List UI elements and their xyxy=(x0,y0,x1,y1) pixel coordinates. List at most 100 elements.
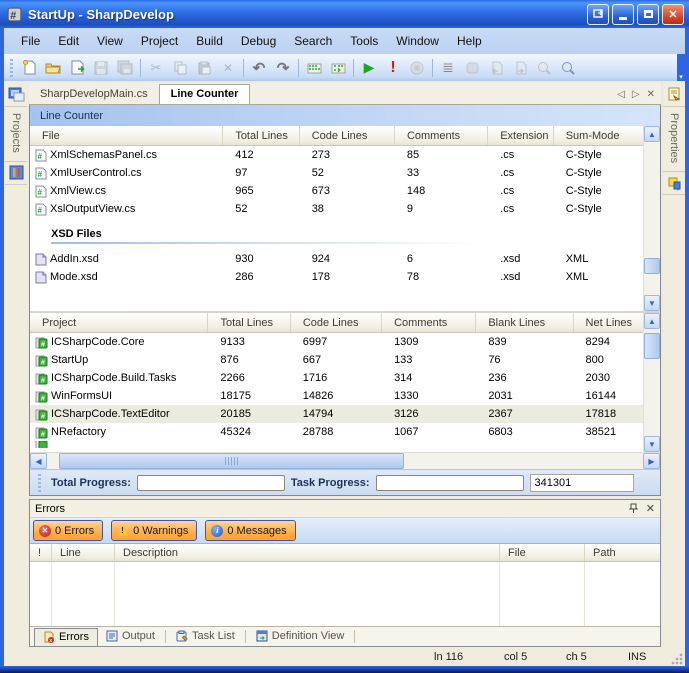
scroll-tabs-left-icon[interactable] xyxy=(617,89,625,100)
sidebar-item-tools[interactable] xyxy=(5,161,27,185)
tab-line-counter[interactable]: Line Counter xyxy=(159,84,251,104)
table-row[interactable]: #XmlSchemasPanel.cs 412 273 85 .cs C-Sty… xyxy=(30,146,643,164)
minimize-button[interactable] xyxy=(612,4,634,25)
save-all-icon[interactable] xyxy=(113,57,137,79)
bookmark-list-icon[interactable] xyxy=(436,57,460,79)
pin-icon[interactable] xyxy=(629,503,638,514)
col-total-lines[interactable]: Total Lines xyxy=(223,126,299,145)
menu-file[interactable]: File xyxy=(12,31,49,51)
pane-tab-definition-view[interactable]: Definition View xyxy=(248,628,353,645)
projects-table-scrollbar[interactable] xyxy=(643,313,660,452)
col-severity[interactable]: ! xyxy=(30,544,52,561)
new-from-template-icon[interactable] xyxy=(65,57,89,79)
stop-icon[interactable] xyxy=(405,57,429,79)
maximize-button[interactable] xyxy=(637,4,659,25)
col-sum-mode[interactable]: Sum-Mode xyxy=(554,126,643,145)
menu-tools[interactable]: Tools xyxy=(341,31,387,51)
table-row[interactable]: #WinFormsUI 18175 14826 1330 2031 16144 xyxy=(30,387,643,405)
col-line[interactable]: Line xyxy=(52,544,115,561)
table-row[interactable]: #NRefactory 45324 28788 1067 6803 38521 xyxy=(30,423,643,441)
horizontal-scrollbar[interactable] xyxy=(30,452,660,469)
col-code-lines[interactable]: Code Lines xyxy=(300,126,395,145)
files-table-scrollbar[interactable] xyxy=(643,126,660,311)
col-extension[interactable]: Extension xyxy=(488,126,554,145)
errors-filter-button[interactable]: 0 Errors xyxy=(33,520,103,541)
menu-view[interactable]: View xyxy=(88,31,132,51)
search-icon[interactable] xyxy=(556,57,580,79)
table-row[interactable]: AddIn.xsd 930 924 6 .xsd XML xyxy=(30,250,643,268)
scroll-left-icon[interactable] xyxy=(30,453,47,469)
table-row[interactable]: #StartUp 876 667 133 76 800 xyxy=(30,351,643,369)
col-comments[interactable]: Comments xyxy=(395,126,488,145)
toggle-bookmark-icon[interactable] xyxy=(460,57,484,79)
close-document-icon[interactable] xyxy=(647,89,655,100)
pane-tab-task-list[interactable]: Task List xyxy=(168,628,243,645)
messages-filter-button[interactable]: 0 Messages xyxy=(205,520,295,541)
menu-search[interactable]: Search xyxy=(285,31,341,51)
sidebar-item-tasks[interactable] xyxy=(663,171,685,195)
table-row[interactable]: Mode.xsd 286 178 78 .xsd XML xyxy=(30,268,643,286)
col-file[interactable]: File xyxy=(500,544,585,561)
prev-bookmark-icon[interactable] xyxy=(484,57,508,79)
redo-icon[interactable] xyxy=(271,57,295,79)
menu-project[interactable]: Project xyxy=(132,31,187,51)
errors-pane-header[interactable]: Errors xyxy=(30,500,660,518)
resize-grip[interactable] xyxy=(670,652,684,666)
clear-bookmarks-icon[interactable] xyxy=(532,57,556,79)
col-description[interactable]: Description xyxy=(115,544,500,561)
scrollbar-thumb[interactable] xyxy=(644,258,660,274)
menu-edit[interactable]: Edit xyxy=(49,31,88,51)
table-row[interactable]: #XslOutputView.cs 52 38 9 .cs C-Style xyxy=(30,200,643,218)
scroll-right-icon[interactable] xyxy=(643,453,660,469)
close-button[interactable] xyxy=(662,4,684,25)
cut-icon[interactable] xyxy=(144,57,168,79)
popout-button[interactable] xyxy=(587,4,609,25)
col-file[interactable]: File xyxy=(30,126,223,145)
comment-region-icon[interactable] xyxy=(302,57,326,79)
menu-build[interactable]: Build xyxy=(187,31,232,51)
close-pane-icon[interactable] xyxy=(646,502,655,515)
tab-sharpdevelopmain[interactable]: SharpDevelopMain.cs xyxy=(29,85,159,104)
scroll-down-icon[interactable] xyxy=(644,436,660,452)
col-total-lines[interactable]: Total Lines xyxy=(208,313,290,332)
scroll-down-icon[interactable] xyxy=(644,295,660,311)
sidebar-item-projects[interactable] xyxy=(5,83,27,107)
col-blank-lines[interactable]: Blank Lines xyxy=(476,313,573,332)
sidebar-item-properties[interactable] xyxy=(663,83,685,107)
scroll-up-icon[interactable] xyxy=(644,126,660,142)
menu-help[interactable]: Help xyxy=(448,31,491,51)
abort-icon[interactable] xyxy=(381,57,405,79)
warnings-filter-button[interactable]: 0 Warnings xyxy=(111,520,197,541)
uncomment-region-icon[interactable] xyxy=(326,57,350,79)
toolbar-overflow-button[interactable] xyxy=(677,54,685,81)
run-icon[interactable] xyxy=(357,57,381,79)
col-net-lines[interactable]: Net Lines xyxy=(574,313,643,332)
progress-toolbar-grip[interactable] xyxy=(37,474,42,492)
errors-table-body[interactable] xyxy=(30,562,660,626)
table-row[interactable]: #ICSharpCode.Build.Tasks 2266 1716 314 2… xyxy=(30,369,643,387)
col-comments[interactable]: Comments xyxy=(382,313,476,332)
right-strip-label[interactable]: Properties xyxy=(668,113,680,163)
scroll-tabs-right-icon[interactable] xyxy=(632,89,640,100)
table-row-selected[interactable]: #ICSharpCode.TextEditor 20185 14794 3126… xyxy=(30,405,643,423)
table-row-clipped[interactable] xyxy=(30,441,643,448)
title-bar[interactable]: # StartUp - SharpDevelop xyxy=(0,0,689,28)
open-folder-icon[interactable] xyxy=(41,57,65,79)
col-project[interactable]: Project xyxy=(30,313,208,332)
pane-tab-errors[interactable]: x Errors xyxy=(34,628,98,646)
left-strip-label[interactable]: Projects xyxy=(10,113,22,153)
table-row[interactable]: #ICSharpCode.Core 9133 6997 1309 839 829… xyxy=(30,333,643,351)
next-bookmark-icon[interactable] xyxy=(508,57,532,79)
toolbar-grip[interactable] xyxy=(9,59,14,77)
table-row[interactable]: #XmlUserControl.cs 97 52 33 .cs C-Style xyxy=(30,164,643,182)
menu-debug[interactable]: Debug xyxy=(232,31,285,51)
table-row[interactable]: #XmlView.cs 965 673 148 .cs C-Style xyxy=(30,182,643,200)
new-file-icon[interactable] xyxy=(17,57,41,79)
pane-tab-output[interactable]: Output xyxy=(98,628,163,645)
scrollbar-thumb[interactable] xyxy=(59,453,404,469)
scrollbar-thumb[interactable] xyxy=(644,333,660,359)
scroll-up-icon[interactable] xyxy=(644,313,660,329)
copy-icon[interactable] xyxy=(168,57,192,79)
delete-icon[interactable] xyxy=(216,57,240,79)
col-code-lines[interactable]: Code Lines xyxy=(291,313,382,332)
